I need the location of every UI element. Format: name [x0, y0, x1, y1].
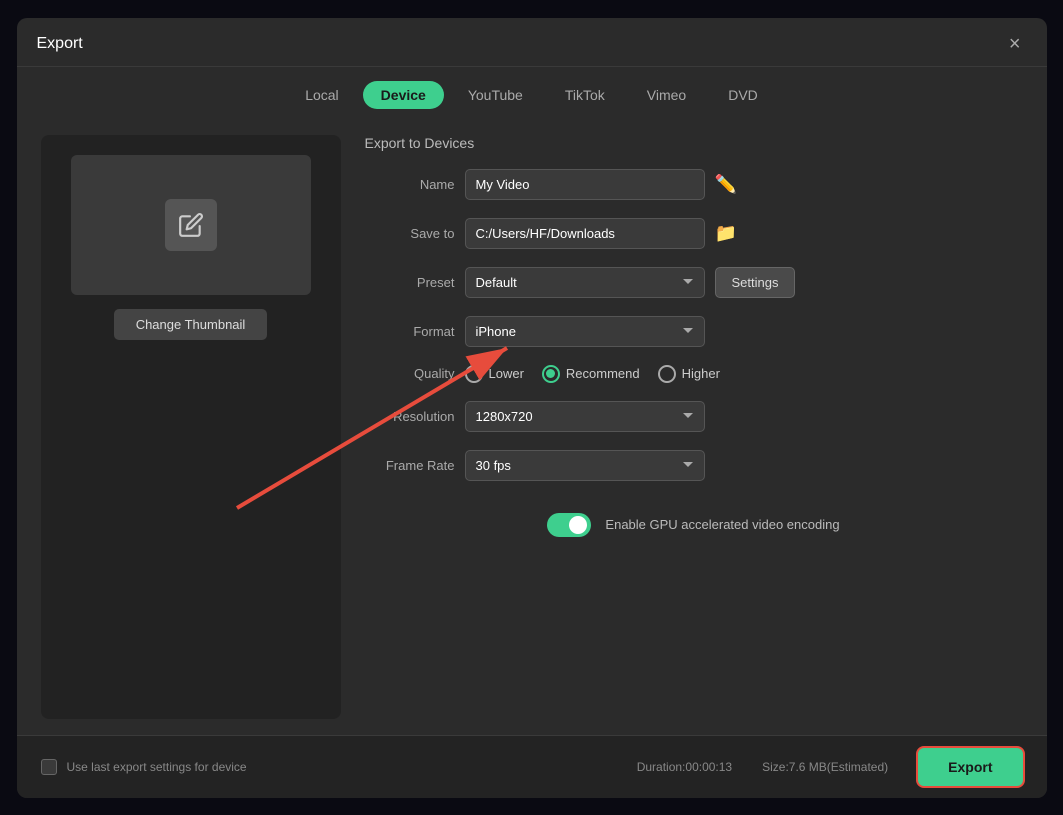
quality-higher-label: Higher — [682, 366, 720, 381]
dialog-titlebar: Export × — [17, 18, 1047, 67]
settings-button[interactable]: Settings — [715, 267, 796, 298]
frame-rate-row: Frame Rate 30 fps — [365, 450, 1023, 481]
save-to-input[interactable] — [465, 218, 705, 249]
quality-label: Quality — [365, 366, 455, 381]
save-to-row: Save to 📁 — [365, 218, 1023, 249]
dialog-body: Change Thumbnail Export to Devices Name … — [17, 119, 1047, 735]
name-input[interactable] — [465, 169, 705, 200]
name-label: Name — [365, 177, 455, 192]
left-panel: Change Thumbnail — [41, 135, 341, 719]
format-row: Format iPhone — [365, 316, 1023, 347]
gpu-toggle-row: Enable GPU accelerated video encoding — [365, 513, 1023, 537]
frame-rate-select-wrap: 30 fps — [465, 450, 705, 481]
gpu-toggle-label: Enable GPU accelerated video encoding — [605, 517, 839, 532]
save-to-label: Save to — [365, 226, 455, 241]
section-title: Export to Devices — [365, 135, 1023, 151]
tab-youtube[interactable]: YouTube — [450, 81, 541, 109]
quality-recommend-dot — [546, 369, 555, 378]
toggle-track — [547, 513, 591, 537]
export-dialog: Export × Local Device YouTube TikTok Vim… — [17, 18, 1047, 798]
tab-vimeo[interactable]: Vimeo — [629, 81, 704, 109]
toggle-thumb — [569, 516, 587, 534]
duration-info: Duration:00:00:13 — [637, 760, 732, 774]
last-settings-checkbox[interactable] — [41, 759, 57, 775]
tab-local[interactable]: Local — [287, 81, 356, 109]
preset-select-wrap: Default — [465, 267, 705, 298]
format-select-wrap: iPhone — [465, 316, 705, 347]
preset-select[interactable]: Default — [465, 267, 705, 298]
export-button[interactable]: Export — [918, 748, 1022, 786]
quality-recommend-radio[interactable] — [542, 365, 560, 383]
quality-group: Lower Recommend Higher — [465, 365, 720, 383]
format-select[interactable]: iPhone — [465, 316, 705, 347]
resolution-select-wrap: 1280x720 — [465, 401, 705, 432]
quality-higher-radio[interactable] — [658, 365, 676, 383]
dialog-footer: Use last export settings for device Dura… — [17, 735, 1047, 798]
quality-row: Quality Lower Recommend Higher — [365, 365, 1023, 383]
footer-left: Use last export settings for device — [41, 759, 247, 775]
footer-checkbox-label: Use last export settings for device — [67, 760, 247, 774]
format-label: Format — [365, 324, 455, 339]
close-button[interactable]: × — [1003, 32, 1027, 56]
quality-recommend-label: Recommend — [566, 366, 640, 381]
folder-icon[interactable]: 📁 — [715, 223, 737, 244]
gpu-toggle[interactable] — [547, 513, 591, 537]
quality-recommend-option[interactable]: Recommend — [542, 365, 640, 383]
frame-rate-select[interactable]: 30 fps — [465, 450, 705, 481]
tab-device[interactable]: Device — [363, 81, 444, 109]
resolution-select[interactable]: 1280x720 — [465, 401, 705, 432]
ai-icon[interactable]: ✏️ — [715, 174, 737, 195]
quality-lower-option[interactable]: Lower — [465, 365, 524, 383]
size-info: Size:7.6 MB(Estimated) — [762, 760, 888, 774]
tab-bar: Local Device YouTube TikTok Vimeo DVD — [17, 67, 1047, 119]
right-panel: Export to Devices Name ✏️ Save to 📁 Pres… — [365, 135, 1023, 719]
tab-tiktok[interactable]: TikTok — [547, 81, 623, 109]
resolution-row: Resolution 1280x720 — [365, 401, 1023, 432]
quality-lower-label: Lower — [489, 366, 524, 381]
name-row: Name ✏️ — [365, 169, 1023, 200]
pencil-icon — [165, 199, 217, 251]
name-input-wrap — [465, 169, 705, 200]
preset-label: Preset — [365, 275, 455, 290]
change-thumbnail-button[interactable]: Change Thumbnail — [114, 309, 268, 340]
frame-rate-label: Frame Rate — [365, 458, 455, 473]
dialog-title: Export — [37, 35, 83, 53]
save-to-input-wrap — [465, 218, 705, 249]
tab-dvd[interactable]: DVD — [710, 81, 776, 109]
footer-right: Duration:00:00:13 Size:7.6 MB(Estimated)… — [637, 748, 1023, 786]
preset-row: Preset Default Settings — [365, 267, 1023, 298]
resolution-label: Resolution — [365, 409, 455, 424]
thumbnail-preview — [71, 155, 311, 295]
quality-lower-radio[interactable] — [465, 365, 483, 383]
quality-higher-option[interactable]: Higher — [658, 365, 720, 383]
